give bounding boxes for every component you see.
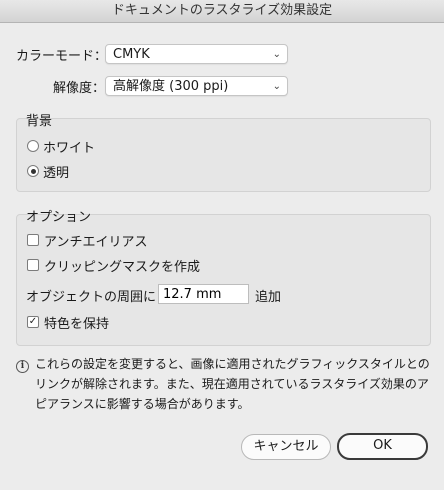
checkmark-icon: ✓ [28,316,38,327]
padding-input[interactable] [158,284,249,304]
radio-white[interactable] [27,140,39,152]
resolution-value: 高解像度 (300 ppi) [113,79,229,94]
resolution-select[interactable]: 高解像度 (300 ppi) ⌄ [105,76,288,96]
info-message: これらの設定を変更すると、画像に適用されたグラフィックスタイルとの リンクが解除… [35,354,430,414]
info-line: ピアランスに影響する場合があります。 [35,397,250,411]
padding-suffix: 追加 [255,290,282,305]
antialias-checkbox[interactable] [27,234,39,246]
background-group-title: 背景 [26,114,53,129]
antialias-label[interactable]: アンチエイリアス [44,231,147,250]
info-line: これらの設定を変更すると、画像に適用されたグラフィックスタイルとの [35,357,430,371]
clipping-mask-checkbox[interactable] [27,259,39,271]
radio-white-label[interactable]: ホワイト [43,137,95,156]
chevron-down-icon: ⌄ [272,49,281,60]
color-mode-select[interactable]: CMYK ⌄ [105,44,288,64]
radio-transparent[interactable] [27,165,39,177]
radio-transparent-label[interactable]: 透明 [43,162,69,181]
chevron-down-icon: ⌄ [272,81,281,92]
color-mode-value: CMYK [113,47,150,62]
padding-label: オブジェクトの周囲に [26,290,157,305]
window-title: ドキュメントのラスタライズ効果設定 [0,0,444,23]
cancel-button[interactable]: キャンセル [241,434,331,460]
options-group-title: オプション [26,210,92,225]
preserve-spot-label[interactable]: 特色を保持 [44,313,109,332]
info-icon: i [16,360,29,373]
color-mode-label: カラーモード： [16,49,108,64]
clipping-mask-label[interactable]: クリッピングマスクを作成 [44,256,200,275]
ok-button[interactable]: OK [337,433,428,460]
preserve-spot-checkbox[interactable]: ✓ [27,316,39,328]
resolution-label: 解像度： [53,81,106,96]
info-line: リンクが解除されます。また、現在適用されているラスタライズ効果のア [35,377,429,391]
